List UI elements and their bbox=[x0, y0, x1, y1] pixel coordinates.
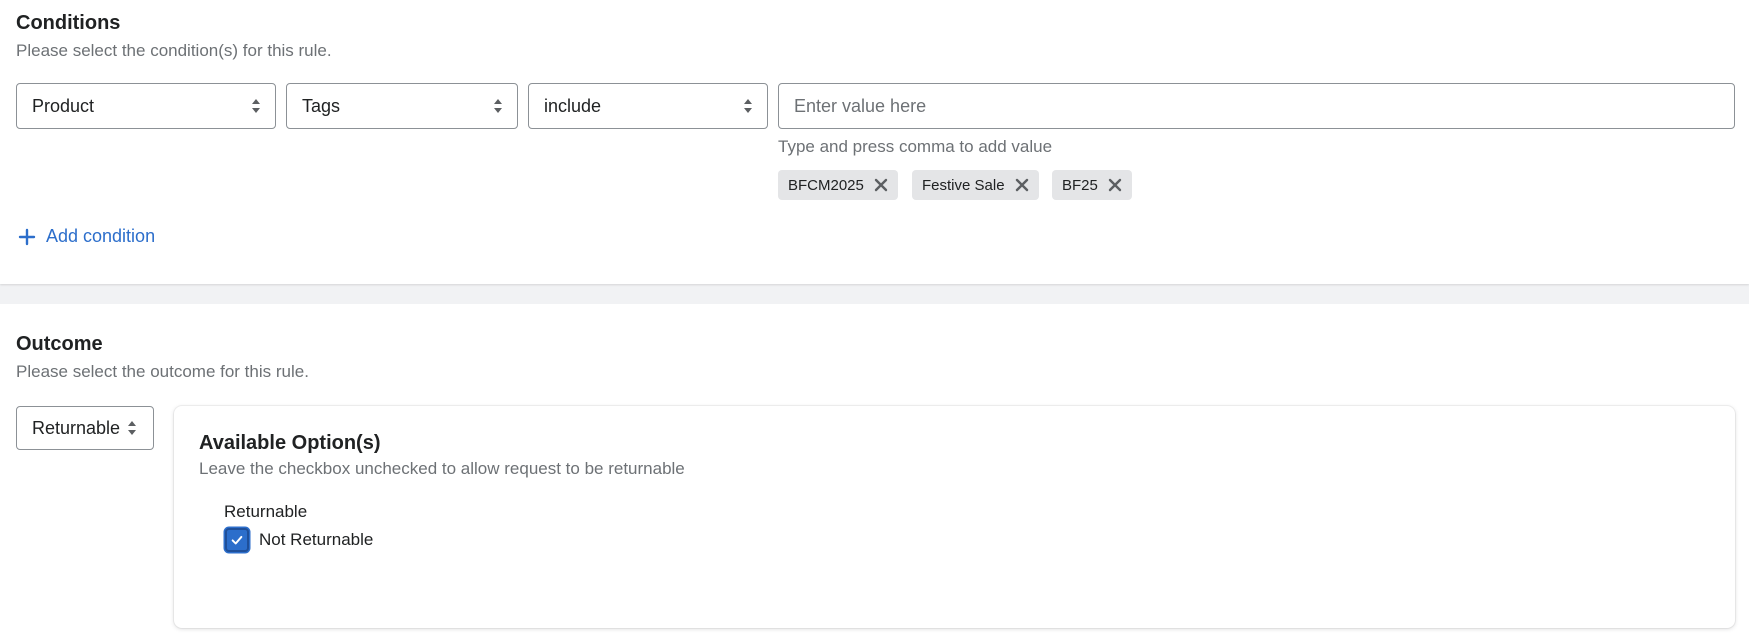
value-tag: BF25 bbox=[1052, 170, 1132, 200]
value-tag-label: BF25 bbox=[1062, 176, 1098, 194]
select-caret-icon bbox=[128, 421, 136, 435]
add-condition-label: Add condition bbox=[46, 226, 156, 246]
value-tag-label: BFCM2025 bbox=[788, 176, 864, 194]
value-helper-text: Type and press comma to add value bbox=[778, 137, 1053, 156]
not-returnable-label[interactable]: Not Returnable bbox=[259, 530, 373, 550]
conditions-section: Conditions Please select the condition(s… bbox=[0, 0, 1749, 284]
operator-select[interactable]: include bbox=[528, 83, 768, 129]
remove-tag-icon[interactable] bbox=[1108, 178, 1122, 192]
add-condition-button[interactable]: Add condition bbox=[18, 226, 155, 247]
remove-tag-icon[interactable] bbox=[874, 178, 888, 192]
attribute-select[interactable]: Tags bbox=[286, 83, 518, 129]
plus-icon bbox=[18, 228, 36, 245]
available-options-card: Available Option(s) Leave the checkbox u… bbox=[174, 406, 1735, 628]
field-select-value: Product bbox=[32, 95, 95, 116]
conditions-title: Conditions bbox=[16, 12, 121, 34]
select-caret-icon bbox=[252, 99, 260, 113]
outcome-subtitle: Please select the outcome for this rule. bbox=[16, 362, 309, 381]
conditions-subtitle: Please select the condition(s) for this … bbox=[16, 41, 332, 60]
select-caret-icon bbox=[494, 99, 502, 113]
remove-tag-icon[interactable] bbox=[1015, 178, 1029, 192]
not-returnable-checkbox[interactable] bbox=[225, 528, 249, 552]
available-options-subtitle: Leave the checkbox unchecked to allow re… bbox=[199, 459, 685, 478]
value-input[interactable] bbox=[778, 83, 1735, 129]
value-tag: BFCM2025 bbox=[778, 170, 898, 200]
checkmark-icon bbox=[231, 535, 243, 545]
attribute-select-value: Tags bbox=[302, 95, 341, 116]
value-tag-label: Festive Sale bbox=[922, 176, 1005, 194]
field-select[interactable]: Product bbox=[16, 83, 276, 129]
outcome-select-value: Returnable bbox=[32, 417, 121, 438]
operator-select-value: include bbox=[544, 95, 602, 116]
returnable-group-label: Returnable bbox=[224, 502, 308, 521]
outcome-section: Outcome Please select the outcome for th… bbox=[0, 304, 1749, 640]
outcome-select[interactable]: Returnable bbox=[16, 406, 154, 450]
select-caret-icon bbox=[744, 99, 752, 113]
available-options-title: Available Option(s) bbox=[199, 432, 381, 454]
outcome-title: Outcome bbox=[16, 333, 103, 355]
value-tag: Festive Sale bbox=[912, 170, 1039, 200]
